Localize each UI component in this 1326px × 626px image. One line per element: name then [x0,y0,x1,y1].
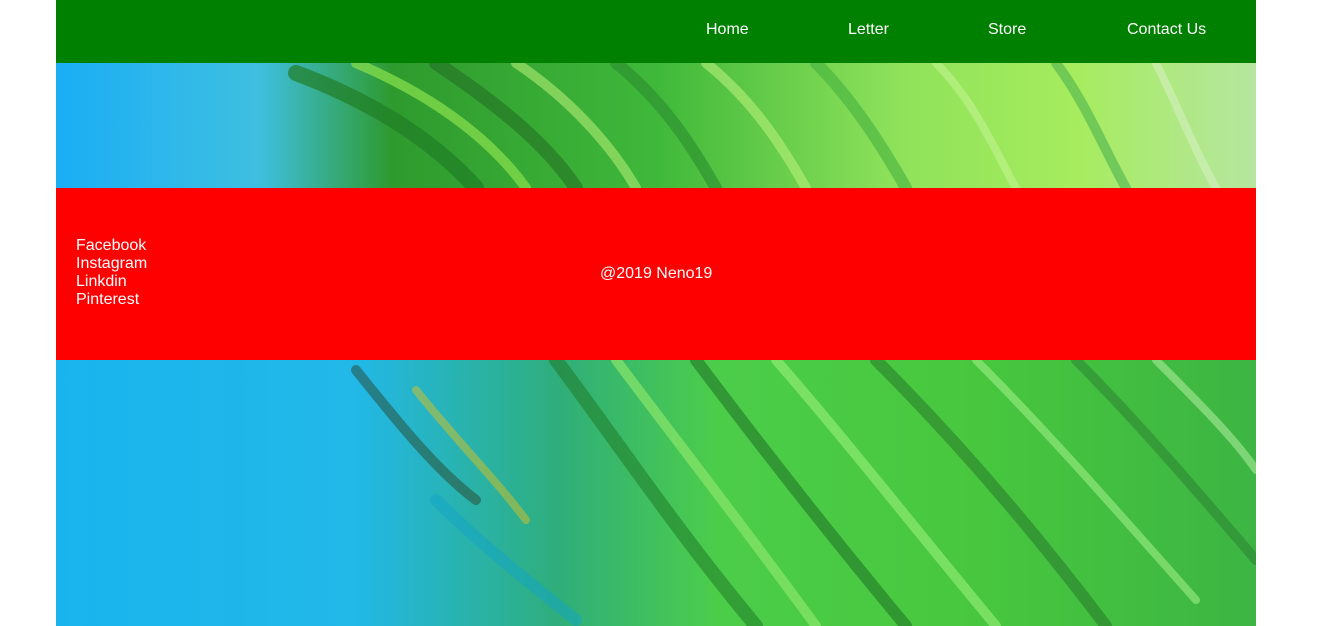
hero-background-image-bottom [56,360,1256,626]
social-link-item: Instagram [76,255,147,273]
nav-letter-link[interactable]: Letter [848,20,889,40]
nav-home-link[interactable]: Home [706,20,749,40]
page: Home Letter Store Contact Us Facebook In… [56,0,1256,626]
hero-background-image-top [56,63,1256,188]
social-link-item: Linkdin [76,273,147,291]
linkdin-link[interactable]: Linkdin [76,273,147,291]
facebook-link[interactable]: Facebook [76,237,147,255]
social-link-item: Pinterest [76,291,147,309]
instagram-link[interactable]: Instagram [76,255,147,273]
top-navbar: Home Letter Store Contact Us [56,0,1256,63]
copyright-text: @2019 Neno19 [600,265,713,282]
nav-contact-us-link[interactable]: Contact Us [1127,20,1206,40]
footer: Facebook Instagram Linkdin Pinterest @20… [56,188,1256,360]
social-link-item: Facebook [76,237,147,255]
nav-store-link[interactable]: Store [988,20,1026,40]
pinterest-link[interactable]: Pinterest [76,291,147,309]
social-links-list: Facebook Instagram Linkdin Pinterest [76,237,147,309]
